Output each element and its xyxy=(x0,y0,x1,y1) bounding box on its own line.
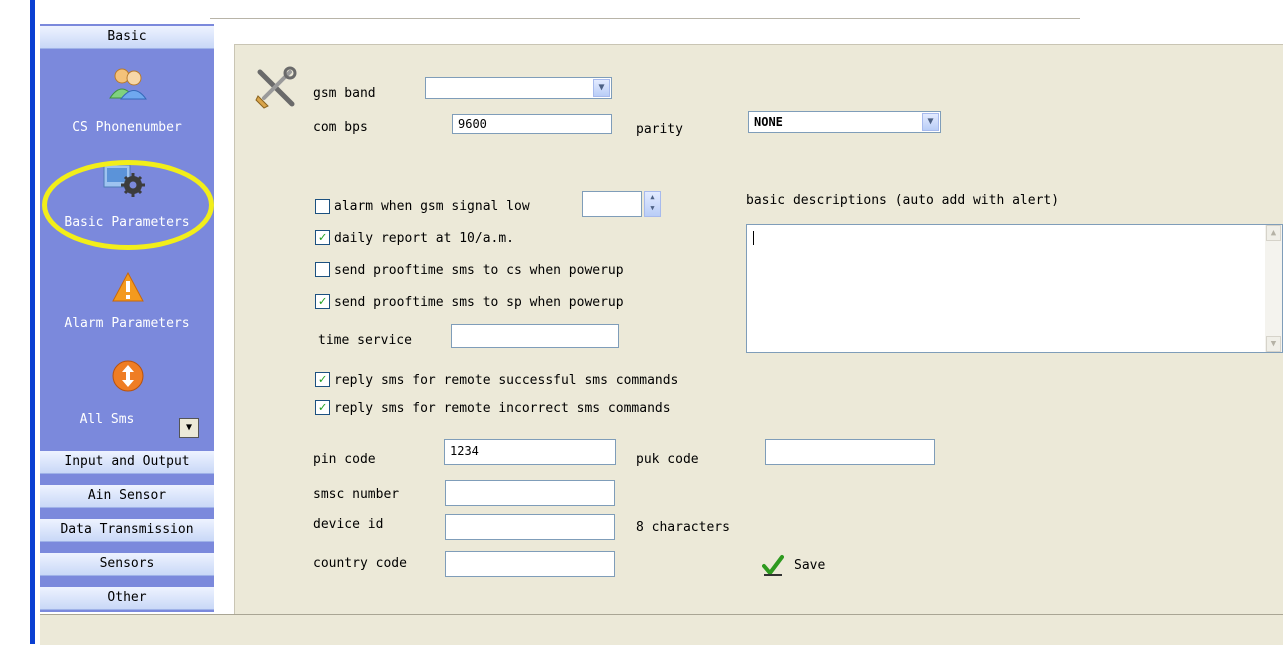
reply-incorrect-label: reply sms for remote incorrect sms comma… xyxy=(334,401,671,416)
sidebar-section-other[interactable]: Other xyxy=(40,587,214,610)
country-code-input[interactable] xyxy=(445,551,615,577)
time-service-label: time service xyxy=(318,333,412,348)
reply-success-label: reply sms for remote successful sms comm… xyxy=(334,373,679,388)
tools-icon xyxy=(255,66,297,109)
sidebar-section-input-output[interactable]: Input and Output xyxy=(40,451,214,474)
sidebar-item-label: Alarm Parameters xyxy=(64,316,190,331)
sidebar-item-label: CS Phonenumber xyxy=(72,120,182,135)
text-cursor xyxy=(753,231,754,245)
parity-value: NONE xyxy=(754,115,783,129)
parity-label: parity xyxy=(636,122,683,137)
sidebar-item-alarm-parameters[interactable]: Alarm Parameters xyxy=(40,270,214,340)
daily-report-label: daily report at 10/a.m. xyxy=(334,231,515,246)
daily-report-checkbox[interactable]: ✓ xyxy=(315,230,330,245)
com-bps-label: com bps xyxy=(313,120,368,135)
parity-select[interactable]: NONE ▼ xyxy=(748,111,941,133)
save-label: Save xyxy=(794,558,826,573)
proof-sp-label: send prooftime sms to sp when powerup xyxy=(334,295,624,310)
spinner-buttons[interactable]: ▲ ▼ xyxy=(644,191,661,217)
com-bps-input[interactable]: 9600 xyxy=(452,114,612,134)
sidebar-section-ain-sensor[interactable]: Ain Sensor xyxy=(40,485,214,508)
proof-sp-checkbox[interactable]: ✓ xyxy=(315,294,330,309)
gsm-band-select[interactable]: ▼ xyxy=(425,77,612,99)
chevron-down-icon: ▼ xyxy=(593,79,610,97)
sidebar-header-basic[interactable]: Basic xyxy=(40,26,214,49)
sidebar-scroll-down-button[interactable]: ▼ xyxy=(179,418,199,438)
device-id-hint: 8 characters xyxy=(636,520,730,535)
warning-icon xyxy=(112,272,144,302)
alarm-gsm-spin-input[interactable] xyxy=(582,191,642,217)
pin-code-label: pin code xyxy=(313,452,376,467)
puk-code-input[interactable] xyxy=(765,439,935,465)
sidebar-item-label: All Sms xyxy=(79,412,135,427)
smsc-number-label: smsc number xyxy=(313,487,400,502)
gsm-band-label: gsm band xyxy=(313,86,376,101)
puk-code-label: puk code xyxy=(636,452,699,467)
proof-cs-checkbox[interactable] xyxy=(315,262,330,277)
scroll-up-icon[interactable]: ▲ xyxy=(1266,225,1281,241)
chevron-down-icon: ▼ xyxy=(922,113,939,131)
alarm-gsm-label: alarm when gsm signal low xyxy=(334,199,530,214)
device-id-input[interactable] xyxy=(445,514,615,540)
sidebar-section-sensors[interactable]: Sensors xyxy=(40,553,214,576)
top-divider xyxy=(210,18,1080,19)
reply-success-checkbox[interactable]: ✓ xyxy=(315,372,330,387)
highlight-ring xyxy=(42,160,214,250)
descriptions-label: basic descriptions (auto add with alert) xyxy=(746,193,1060,208)
sidebar-section-data-transmission[interactable]: Data Transmission xyxy=(40,519,214,542)
device-id-label: device id xyxy=(313,517,384,532)
descriptions-scrollbar[interactable]: ▲ ▼ xyxy=(1265,225,1282,352)
sidebar-item-cs-phonenumber[interactable]: CS Phonenumber xyxy=(40,60,214,150)
save-button[interactable]: Save xyxy=(762,552,862,580)
smsc-number-input[interactable] xyxy=(445,480,615,506)
time-service-input[interactable] xyxy=(451,324,619,348)
sms-arrows-icon xyxy=(112,360,144,392)
checkmark-icon xyxy=(762,555,784,576)
status-bar xyxy=(40,614,1283,645)
descriptions-textarea[interactable]: ▲ ▼ xyxy=(746,224,1283,353)
scroll-down-icon[interactable]: ▼ xyxy=(1266,336,1281,352)
users-icon xyxy=(109,68,147,100)
window-left-edge xyxy=(30,0,35,644)
pin-code-input[interactable]: 1234 xyxy=(444,439,616,465)
reply-incorrect-checkbox[interactable]: ✓ xyxy=(315,400,330,415)
proof-cs-label: send prooftime sms to cs when powerup xyxy=(334,263,624,278)
alarm-gsm-checkbox[interactable] xyxy=(315,199,330,214)
country-code-label: country code xyxy=(313,556,407,571)
